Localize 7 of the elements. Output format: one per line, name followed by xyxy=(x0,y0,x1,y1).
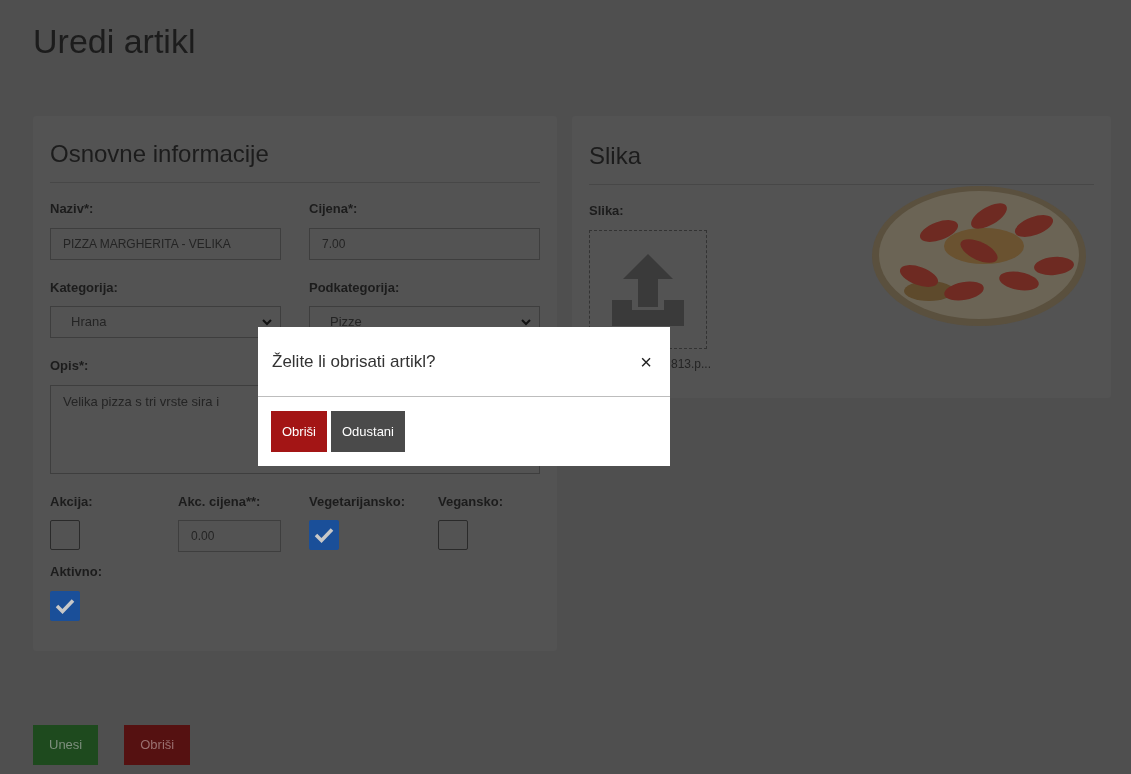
card-title: Osnovne informacije xyxy=(50,139,269,169)
field-label: Naziv*: xyxy=(50,200,94,218)
dialog-title: Želite li obrisati artikl? xyxy=(272,350,436,373)
field-label: Vegetarijansko: xyxy=(309,492,406,511)
card-title: Slika xyxy=(589,141,642,171)
field-label: Vegansko: xyxy=(438,492,504,511)
field-label: Kategorija: xyxy=(50,278,118,297)
